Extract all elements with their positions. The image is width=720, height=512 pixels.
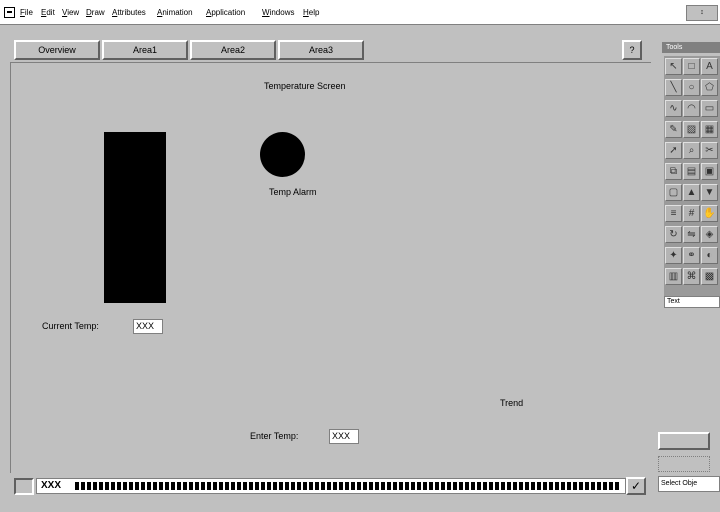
lock-icon[interactable]: ▩: [701, 268, 718, 285]
ellipse-icon[interactable]: ○: [683, 79, 700, 96]
select-icon[interactable]: ↖: [665, 58, 682, 75]
tools-caption: Text: [664, 296, 720, 308]
enter-temp-input[interactable]: XXX: [329, 429, 359, 444]
system-menu-icon[interactable]: [4, 7, 15, 18]
tools-title[interactable]: Tools: [662, 42, 720, 53]
side-button-1[interactable]: [658, 432, 710, 450]
link-icon[interactable]: ⚭: [683, 247, 700, 264]
tag-icon[interactable]: ⌘: [683, 268, 700, 285]
restore-window-button[interactable]: ↕: [686, 5, 718, 21]
button-icon[interactable]: ▭: [701, 100, 718, 117]
current-temp-value: XXX: [133, 319, 163, 334]
side-button-2[interactable]: [658, 456, 710, 472]
menu-file[interactable]: File: [20, 8, 33, 17]
rotate-icon[interactable]: ↻: [665, 226, 682, 243]
menu-animation[interactable]: Animation: [157, 8, 193, 17]
tab-area1[interactable]: Area1: [102, 40, 188, 60]
menu-draw[interactable]: Draw: [86, 8, 105, 17]
current-temp-label: Current Temp:: [42, 321, 99, 331]
menu-bar: File Edit View Draw Attributes Animation…: [0, 0, 720, 25]
ok-check-button[interactable]: ✓: [626, 477, 646, 495]
align-icon[interactable]: ≡: [665, 205, 682, 222]
drawing-canvas: Temperature Screen Temp Alarm Current Te…: [10, 62, 651, 473]
back-icon[interactable]: ▼: [701, 184, 718, 201]
fill-icon[interactable]: ▨: [683, 121, 700, 138]
command-line-input[interactable]: XXX: [36, 478, 626, 494]
text-tool-icon[interactable]: A: [701, 58, 718, 75]
tab-area2[interactable]: Area2: [190, 40, 276, 60]
trend-label: Trend: [500, 398, 524, 408]
ungroup-icon[interactable]: ▢: [665, 184, 682, 201]
rectangle-icon[interactable]: □: [683, 58, 700, 75]
arrow-icon[interactable]: ➚: [665, 142, 682, 159]
tab-area3[interactable]: Area3: [278, 40, 364, 60]
temp-alarm-label: Temp Alarm: [269, 187, 317, 197]
group-icon[interactable]: ▣: [701, 163, 718, 180]
command-line-text: XXX: [41, 480, 62, 491]
status-field: Select Obje: [658, 476, 720, 492]
temp-alarm-indicator: [260, 132, 305, 177]
line-icon[interactable]: ╲: [665, 79, 682, 96]
tools-palette: Tools ↖ □ A ╲ ○ ⬠ ∿ ◠ ▭ ✎ ▨ ▦ ➚ ⌕ ✂ ⧉ ▤ ▣ ▢ ▲ ▼ ≡ # ✋ ↻ ⇋ ◈ ✦ ⚭ ◐ ▥ ⌘ ▩ …: [662, 40, 720, 312]
pen-icon[interactable]: ✎: [665, 121, 682, 138]
help-button[interactable]: ?: [622, 40, 642, 60]
bitmap-icon[interactable]: ▦: [701, 121, 718, 138]
enter-temp-label: Enter Temp:: [250, 431, 299, 441]
copy-icon[interactable]: ⧉: [665, 163, 682, 180]
menu-attributes[interactable]: Attributes: [112, 8, 146, 17]
screen-title: Temperature Screen: [264, 81, 346, 91]
wizard-icon[interactable]: ✦: [665, 247, 682, 264]
tools-grid: ↖ □ A ╲ ○ ⬠ ∿ ◠ ▭ ✎ ▨ ▦ ➚ ⌕ ✂ ⧉ ▤ ▣ ▢ ▲ ▼ ≡ # ✋ ↻ ⇋ ◈ ✦ ⚭ ◐ ▥ ⌘ ▩: [664, 56, 720, 296]
menu-windows[interactable]: Windows: [262, 8, 294, 17]
flip-icon[interactable]: ⇋: [683, 226, 700, 243]
command-icon[interactable]: [14, 478, 34, 495]
layer-icon[interactable]: ▥: [665, 268, 682, 285]
command-line-fill: [75, 482, 621, 490]
polygon-icon[interactable]: ⬠: [701, 79, 718, 96]
arc-icon[interactable]: ◠: [683, 100, 700, 117]
front-icon[interactable]: ▲: [683, 184, 700, 201]
tab-overview[interactable]: Overview: [14, 40, 100, 60]
menu-application[interactable]: Application: [206, 8, 245, 17]
palette-icon[interactable]: ◐: [701, 247, 718, 264]
menu-edit[interactable]: Edit: [41, 8, 55, 17]
grid-icon[interactable]: #: [683, 205, 700, 222]
zoom-icon[interactable]: ⌕: [683, 142, 700, 159]
hand-icon[interactable]: ✋: [701, 205, 718, 222]
temperature-bar: [104, 132, 166, 303]
polyline-icon[interactable]: ∿: [665, 100, 682, 117]
paste-icon[interactable]: ▤: [683, 163, 700, 180]
menu-help[interactable]: Help: [303, 8, 319, 17]
symbol-icon[interactable]: ◈: [701, 226, 718, 243]
menu-view[interactable]: View: [62, 8, 79, 17]
cut-icon[interactable]: ✂: [701, 142, 718, 159]
